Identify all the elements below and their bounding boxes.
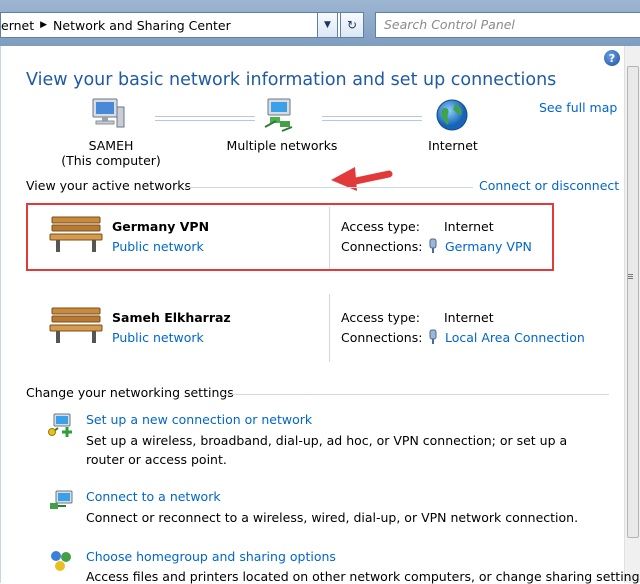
refresh-button[interactable]: ↻	[340, 12, 364, 38]
chevron-down-icon: ▼	[324, 20, 331, 30]
lan-connection-icon	[429, 329, 437, 344]
breadcrumb[interactable]: ernet ▶ Network and Sharing Center	[0, 12, 364, 38]
connection-link[interactable]: Local Area Connection	[445, 330, 585, 345]
connect-to-network-description: Connect or reconnect to a wireless, wire…	[86, 510, 579, 525]
search-input[interactable]: Search Control Panel	[375, 12, 640, 38]
new-connection-icon	[48, 413, 72, 437]
address-bar: ernet ▶ Network and Sharing Center ▼ ↻ S…	[0, 0, 640, 46]
settings-header: Change your networking settings	[26, 385, 234, 400]
breadcrumb-item-parent[interactable]: ernet	[1, 18, 34, 33]
vertical-scrollbar[interactable]	[624, 46, 640, 583]
connect-or-disconnect-link[interactable]: Connect or disconnect	[479, 178, 619, 193]
connections-label: Connections:	[341, 239, 423, 254]
multiple-networks-label: Multiple networks	[226, 138, 338, 153]
divider	[224, 394, 609, 395]
divider	[329, 207, 330, 269]
access-type-value: Internet	[444, 219, 494, 234]
internet-globe-icon	[436, 99, 468, 131]
divider	[185, 187, 473, 188]
active-networks-header: View your active networks	[26, 178, 191, 193]
public-network-bench-icon	[49, 216, 103, 252]
vpn-connection-icon	[429, 238, 437, 253]
connection-link[interactable]: Germany VPN	[445, 239, 532, 254]
computer-node: SAMEH (This computer)	[56, 138, 166, 168]
setup-connection-description: Set up a wireless, broadband, dial-up, a…	[86, 433, 568, 467]
internet-label: Internet	[428, 138, 478, 153]
help-button[interactable]: ?	[604, 50, 620, 66]
connection-line	[155, 116, 255, 121]
access-type-value: Internet	[444, 310, 494, 325]
breadcrumb-item-current[interactable]: Network and Sharing Center	[53, 18, 231, 33]
homegroup-sharing-link[interactable]: Choose homegroup and sharing options	[86, 549, 336, 564]
refresh-icon: ↻	[346, 18, 358, 32]
homegroup-icon	[51, 551, 71, 571]
connect-network-icon	[50, 490, 73, 509]
history-dropdown-button[interactable]: ▼	[317, 12, 338, 38]
computer-icon	[92, 98, 125, 128]
access-type-label: Access type:	[341, 310, 420, 325]
public-network-bench-icon	[49, 307, 103, 343]
network-category-link[interactable]: Public network	[112, 330, 204, 345]
divider	[329, 294, 330, 362]
see-full-map-link[interactable]: See full map	[539, 100, 617, 115]
network-name: Germany VPN	[112, 219, 210, 234]
network-name: Sameh Elkharraz	[112, 310, 231, 325]
computer-subtitle: (This computer)	[61, 153, 161, 168]
page-title: View your basic network information and …	[26, 70, 557, 90]
scrollbar-thumb[interactable]	[627, 66, 639, 538]
breadcrumb-chevron-icon[interactable]: ▶	[40, 20, 47, 30]
scrollbar-grip-icon	[628, 274, 633, 275]
highlight-box	[26, 203, 554, 271]
connections-label: Connections:	[341, 330, 423, 345]
network-category-link[interactable]: Public network	[112, 239, 204, 254]
help-icon: ?	[608, 51, 616, 65]
connection-line	[322, 116, 422, 121]
connect-to-network-link[interactable]: Connect to a network	[86, 489, 221, 504]
access-type-label: Access type:	[341, 219, 420, 234]
multiple-networks-icon	[264, 98, 293, 132]
computer-name: SAMEH	[88, 138, 134, 153]
setup-connection-link[interactable]: Set up a new connection or network	[86, 412, 312, 427]
homegroup-sharing-description: Access files and printers located on oth…	[86, 569, 640, 584]
